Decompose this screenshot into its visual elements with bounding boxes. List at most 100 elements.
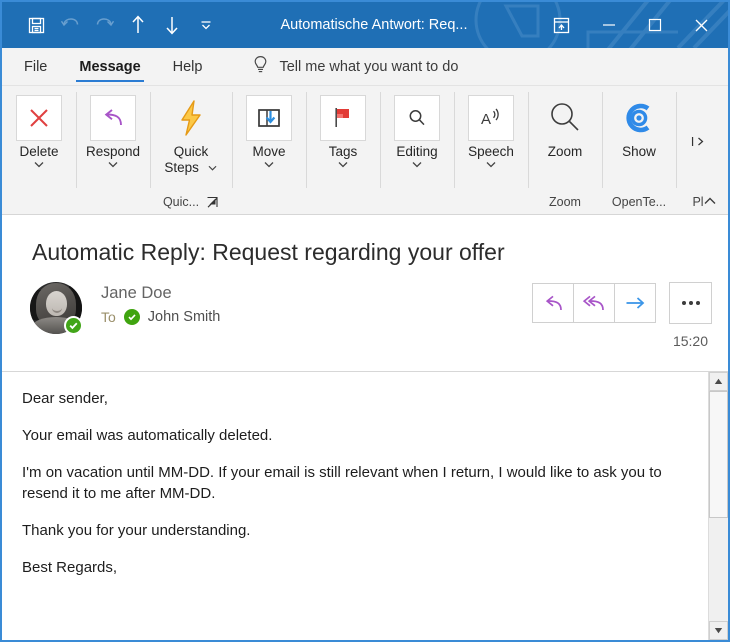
more-dot-icon: [689, 301, 693, 305]
presence-available-icon: [64, 316, 83, 335]
recipient-name[interactable]: John Smith: [148, 309, 221, 325]
editing-label: Editing: [396, 144, 437, 160]
group-label-delete: [4, 190, 74, 214]
maximize-button[interactable]: [632, 2, 678, 48]
quick-access-toolbar: [2, 9, 222, 41]
show-button[interactable]: Show: [604, 93, 674, 160]
body-paragraph: Thank you for your understanding.: [22, 520, 686, 541]
ribbon-tabs: File Message Help Tell me what you want …: [2, 48, 728, 86]
more-dot-icon: [682, 301, 686, 305]
window-title: Automatische Antwort: Req...: [212, 17, 536, 33]
move-button[interactable]: Move: [234, 93, 304, 170]
message-body-area: Dear sender, Your email was automaticall…: [2, 371, 728, 640]
speech-caret-icon[interactable]: [485, 160, 497, 170]
opentext-core-icon: [616, 95, 662, 141]
group-label-tags: [308, 190, 378, 214]
clipped-group-expand-icon[interactable]: I: [691, 134, 706, 149]
minimize-button[interactable]: [586, 2, 632, 48]
ribbon-group-delete: Delete: [2, 86, 76, 214]
recipients-row: To John Smith: [101, 309, 532, 325]
body-paragraph: Your email was automatically deleted.: [22, 425, 686, 446]
save-button[interactable]: [20, 9, 52, 41]
tab-message-label: Message: [79, 59, 140, 75]
group-label-quick-steps-text: Quic...: [163, 195, 199, 209]
flag-icon: [320, 95, 366, 141]
next-item-button[interactable]: [156, 9, 188, 41]
tab-help-label: Help: [173, 59, 203, 75]
scrollbar-thumb[interactable]: [709, 391, 728, 518]
message-actions-row: [532, 282, 712, 324]
tags-caret-icon[interactable]: [337, 160, 349, 170]
message-actions: 15:20: [532, 280, 712, 349]
ribbon-group-respond: Respond: [76, 86, 150, 214]
more-dot-icon: [696, 301, 700, 305]
ribbon-group-editing: Editing: [380, 86, 454, 214]
group-label-move: [234, 190, 304, 214]
magnifier-large-icon: [542, 95, 588, 141]
ribbon-group-quick-steps: Quick Steps Quic...: [150, 86, 232, 214]
group-label-opentext: OpenTe...: [604, 190, 674, 214]
redo-button[interactable]: [88, 9, 120, 41]
close-button[interactable]: [678, 2, 724, 48]
speech-button[interactable]: A Speech: [456, 93, 526, 170]
delete-label: Delete: [19, 144, 58, 160]
quick-steps-caret-icon[interactable]: [207, 160, 218, 176]
sender-avatar-wrap: [30, 282, 82, 334]
ribbon-group-tags: Tags: [306, 86, 380, 214]
message-body[interactable]: Dear sender, Your email was automaticall…: [2, 372, 708, 640]
tab-file-label: File: [24, 59, 47, 75]
recipient-presence-icon: [124, 309, 140, 325]
respond-label: Respond: [86, 144, 140, 160]
group-label-speech: [456, 190, 526, 214]
undo-button[interactable]: [54, 9, 86, 41]
group-label-editing: [382, 190, 452, 214]
group-label-opentext-text: OpenTe...: [612, 195, 666, 209]
respond-caret-icon[interactable]: [107, 160, 119, 170]
lightbulb-icon: [252, 55, 269, 79]
body-vertical-scrollbar[interactable]: [708, 372, 728, 640]
tab-help[interactable]: Help: [157, 48, 219, 85]
body-paragraph: I'm on vacation until MM-DD. If your ema…: [22, 462, 686, 504]
group-label-zoom: Zoom: [530, 190, 600, 214]
editing-button[interactable]: Editing: [382, 93, 452, 170]
reply-arrow-icon: [90, 95, 136, 141]
tags-button[interactable]: Tags: [308, 93, 378, 170]
delete-button[interactable]: Delete: [4, 93, 74, 170]
quick-steps-button[interactable]: Quick Steps: [152, 93, 230, 176]
delete-caret-icon[interactable]: [33, 160, 45, 170]
svg-text:A: A: [481, 111, 491, 128]
ribbon-display-options-button[interactable]: [536, 2, 586, 48]
move-label: Move: [252, 144, 285, 160]
move-caret-icon[interactable]: [263, 160, 275, 170]
sender-block: Jane Doe To John Smith: [101, 280, 532, 325]
zoom-button[interactable]: Zoom: [530, 93, 600, 160]
reply-all-button[interactable]: [574, 284, 615, 322]
reply-actions-group: [532, 283, 656, 323]
respond-button[interactable]: Respond: [78, 93, 148, 170]
quick-steps-label-line2: Steps: [164, 160, 199, 175]
tab-message[interactable]: Message: [63, 48, 156, 85]
read-aloud-icon: A: [468, 95, 514, 141]
scrollbar-track[interactable]: [709, 391, 728, 621]
previous-item-button[interactable]: [122, 9, 154, 41]
forward-button[interactable]: [615, 284, 655, 322]
more-actions-button[interactable]: [669, 282, 712, 324]
scroll-down-arrow-icon[interactable]: [709, 621, 728, 640]
tell-me-search[interactable]: Tell me what you want to do: [252, 48, 458, 85]
collapse-ribbon-button[interactable]: [698, 190, 722, 212]
body-paragraph: Best Regards,: [22, 557, 686, 578]
ribbon: Delete: [2, 86, 728, 215]
ribbon-group-zoom: Zoom Zoom: [528, 86, 602, 214]
lightning-bolt-icon: [168, 95, 214, 141]
move-to-folder-icon: [246, 95, 292, 141]
tab-file[interactable]: File: [2, 48, 63, 85]
speech-label: Speech: [468, 144, 514, 160]
ribbon-group-opentext: Show OpenTe...: [602, 86, 676, 214]
quick-steps-dialog-launcher-icon[interactable]: [206, 196, 219, 209]
group-label-respond: [78, 190, 148, 214]
reply-button[interactable]: [533, 284, 574, 322]
editing-caret-icon[interactable]: [411, 160, 423, 170]
title-bar: Automatische Antwort: Req...: [2, 2, 728, 48]
scroll-up-arrow-icon[interactable]: [709, 372, 728, 391]
sender-name[interactable]: Jane Doe: [101, 282, 532, 304]
